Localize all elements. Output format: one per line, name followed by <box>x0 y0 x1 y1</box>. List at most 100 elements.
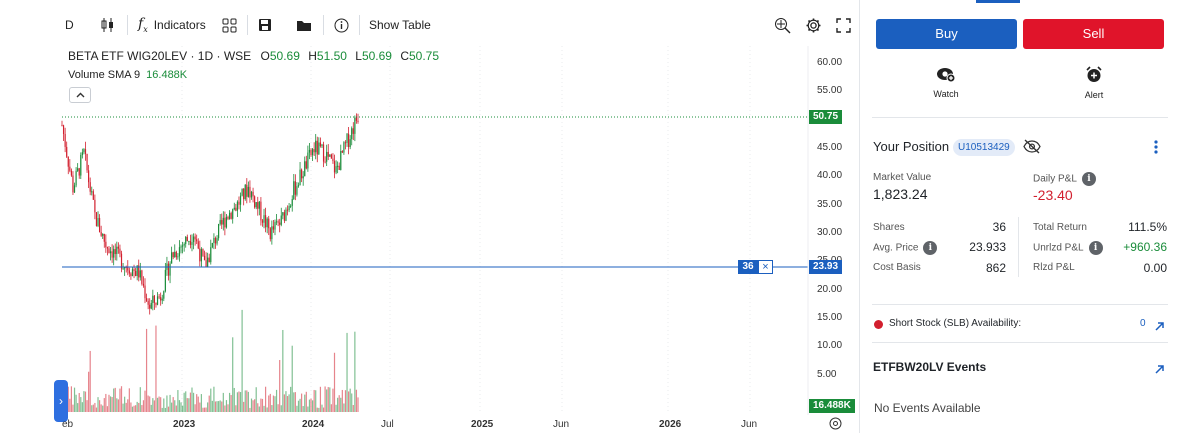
expand-sidebar-handle[interactable]: › <box>54 380 68 422</box>
candle-body <box>346 133 348 143</box>
volume-bar <box>111 397 113 412</box>
close-value: 50.75 <box>409 49 440 63</box>
axis-settings-icon[interactable] <box>829 417 842 433</box>
candle-body <box>127 267 129 271</box>
candle-body <box>239 195 242 205</box>
volume-bar <box>147 395 149 412</box>
volume-bar <box>100 404 102 412</box>
avg-price-tag: 23.93 <box>809 260 843 274</box>
volume-bar <box>194 404 196 412</box>
slb-external-link-icon[interactable] <box>1154 319 1165 337</box>
buy-button[interactable]: Buy <box>876 19 1017 49</box>
volume-bar <box>346 332 348 412</box>
gear-icon[interactable] <box>805 14 822 36</box>
close-position-icon[interactable]: × <box>758 260 773 274</box>
events-external-link-icon[interactable] <box>1154 362 1165 380</box>
sell-button[interactable]: Sell <box>1023 19 1164 49</box>
candle-body <box>135 270 137 276</box>
candle-body <box>181 245 184 247</box>
volume-bar <box>91 405 93 412</box>
candle-body <box>291 199 293 206</box>
volume-bar <box>89 350 91 412</box>
crosshair-search-icon[interactable] <box>774 14 791 36</box>
hide-values-eye-off-icon[interactable] <box>1023 139 1041 159</box>
unrealized-pnl-label: Unrlzd P&L <box>1033 242 1084 254</box>
candle-body <box>116 246 118 255</box>
high-value: 51.50 <box>316 49 347 63</box>
time-axis-tick: Jul <box>381 419 394 430</box>
folder-icon[interactable] <box>296 14 312 36</box>
interval-button[interactable]: D <box>65 14 74 36</box>
show-table-label: Show Table <box>369 18 431 32</box>
candle-body <box>152 295 154 303</box>
candle-body <box>83 149 85 153</box>
candles-icon[interactable] <box>100 14 116 36</box>
volume-bar <box>319 386 322 412</box>
volume-bar <box>326 389 328 412</box>
candle-body <box>294 181 296 195</box>
volume-bar <box>299 398 301 412</box>
alert-button[interactable]: Alert <box>1074 66 1114 100</box>
volume-bar <box>327 387 329 412</box>
layout-grid-icon[interactable] <box>222 14 237 36</box>
volume-bar <box>337 397 339 412</box>
chevron-up-icon <box>76 92 84 98</box>
candle-body <box>202 249 204 256</box>
candle-body <box>272 226 275 230</box>
more-vertical-icon[interactable] <box>1153 139 1159 160</box>
market-value: 1,823.24 <box>873 186 928 202</box>
candle-body <box>192 236 195 243</box>
candle-body <box>282 212 284 216</box>
shares-label: Shares <box>873 222 905 233</box>
volume-bar <box>297 400 300 412</box>
candle-body <box>224 217 226 228</box>
candle-body <box>97 217 99 226</box>
collapse-legend-button[interactable] <box>69 87 91 103</box>
volume-bar <box>293 392 295 412</box>
chart-pane[interactable]: D fx Indicators Show Table BETA ETF WIG2… <box>0 0 860 433</box>
save-icon[interactable] <box>258 14 272 36</box>
indicators-button[interactable]: fx Indicators <box>138 14 206 36</box>
volume-bar <box>155 325 157 412</box>
daily-pnl-info-icon[interactable]: i <box>1081 172 1096 186</box>
fullscreen-icon[interactable] <box>836 14 851 36</box>
slb-value[interactable]: 0 <box>1140 318 1146 329</box>
candle-body <box>178 247 181 257</box>
volume-bar <box>263 405 265 412</box>
volume-bar <box>213 386 215 412</box>
candle-body <box>214 237 217 244</box>
candle-body <box>321 144 323 147</box>
volume-bar <box>224 405 226 412</box>
candle-body <box>117 246 119 249</box>
volume-bar <box>188 398 190 412</box>
show-table-button[interactable]: Show Table <box>369 14 431 36</box>
position-qty-tag[interactable]: 36 <box>738 260 758 274</box>
volume-bar <box>69 398 71 412</box>
watch-label: Watch <box>933 89 959 99</box>
candle-body <box>155 302 157 305</box>
account-badge[interactable]: U10513429 <box>953 139 1015 156</box>
volume-bar <box>94 402 96 412</box>
candle-body <box>144 285 146 299</box>
candle-body <box>171 252 173 264</box>
events-empty-message: No Events Available <box>874 401 981 415</box>
candle-body <box>286 209 289 211</box>
candle-body <box>236 201 239 211</box>
candle-body <box>293 181 295 200</box>
candle-body <box>113 249 115 258</box>
volume-bar <box>70 386 72 412</box>
open-value: 50.69 <box>269 49 300 63</box>
volume-bar <box>207 402 209 412</box>
volume-bar <box>186 398 188 412</box>
info-icon[interactable] <box>334 14 349 36</box>
volume-bar <box>330 404 332 412</box>
candle-body <box>114 249 116 255</box>
price-chart[interactable] <box>0 0 860 433</box>
trade-panel: Buy Sell Watch Alert Your Position U1051… <box>860 0 1200 433</box>
volume-bar <box>138 402 140 412</box>
volume-bar <box>178 400 181 412</box>
watch-button[interactable]: Watch <box>926 66 966 99</box>
candle-body <box>348 133 350 148</box>
volume-tag: 16.488K <box>809 399 855 413</box>
volume-bar <box>333 352 336 412</box>
